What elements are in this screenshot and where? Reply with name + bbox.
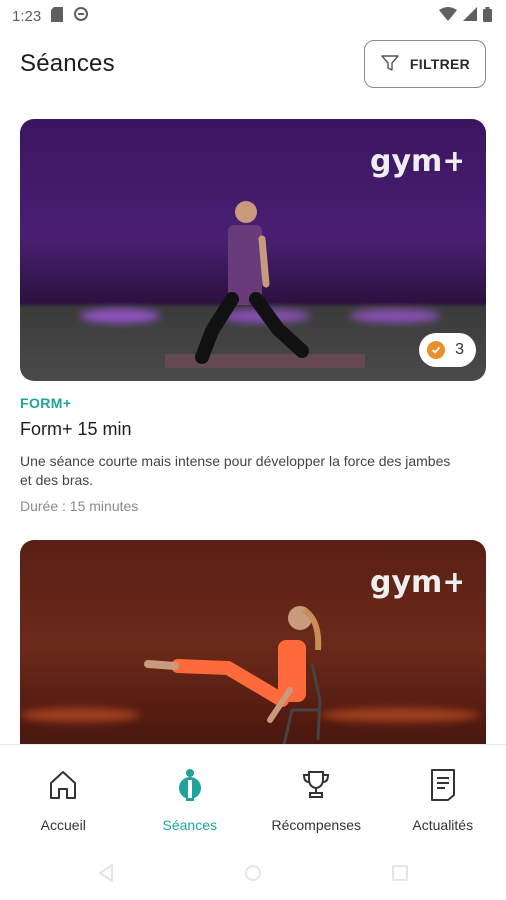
status-time: 1:23: [12, 7, 42, 25]
filter-label: FILTRER: [409, 56, 471, 72]
sd-card-icon: [51, 6, 64, 26]
gym-plus-logo: gym+: [370, 565, 462, 600]
filter-button[interactable]: FILTRER: [364, 40, 486, 88]
cell-signal-icon: [463, 7, 477, 25]
session-thumbnail[interactable]: gym+ 3: [20, 119, 486, 381]
status-left: 1:23: [12, 6, 89, 26]
bottom-nav: Accueil Séances Récompenses Actualités: [0, 744, 506, 850]
person-icon: [173, 767, 207, 803]
battery-icon: [483, 6, 492, 26]
recents-icon[interactable]: [392, 864, 408, 886]
nav-label: Accueil: [40, 817, 86, 833]
session-feed[interactable]: gym+ 3 FORM+ Form+ 15 min Une séance cou…: [0, 96, 506, 744]
brand-logo-text: gym+: [370, 144, 462, 179]
document-icon: [426, 767, 460, 803]
home-icon: [46, 767, 80, 803]
session-card[interactable]: gym+: [20, 540, 486, 744]
session-card[interactable]: gym+ 3 FORM+ Form+ 15 min Une séance cou…: [20, 119, 486, 514]
header: Séances FILTRER: [0, 32, 506, 96]
home-circle-icon[interactable]: [244, 864, 262, 887]
nav-item-recompenses[interactable]: Récompenses: [253, 745, 380, 850]
back-icon[interactable]: [98, 862, 114, 887]
nav-label: Séances: [162, 817, 217, 833]
gym-plus-logo: gym+: [370, 144, 462, 179]
wifi-icon: [439, 7, 457, 25]
nav-item-seances[interactable]: Séances: [127, 745, 254, 850]
nav-label: Récompenses: [271, 817, 362, 833]
check-icon: [427, 341, 446, 359]
session-category: FORM+: [20, 395, 72, 411]
page-title: Séances: [20, 50, 115, 77]
status-right: [439, 6, 492, 26]
trophy-icon: [299, 767, 333, 803]
session-duration: Durée : 15 minutes: [20, 498, 139, 514]
data-saver-icon: [73, 6, 89, 26]
session-thumbnail[interactable]: gym+: [20, 540, 486, 744]
completion-badge: 3: [419, 333, 476, 367]
brand-logo-text: gym+: [370, 565, 462, 600]
system-nav-bar: [0, 850, 506, 900]
nav-label: Actualités: [412, 817, 474, 833]
session-title[interactable]: Form+ 15 min: [20, 419, 486, 440]
funnel-icon: [380, 53, 400, 76]
nav-item-accueil[interactable]: Accueil: [0, 745, 127, 850]
status-bar: 1:23: [0, 0, 506, 32]
completion-count: 3: [455, 341, 464, 358]
session-description: Une séance courte mais intense pour déve…: [20, 453, 451, 488]
nav-item-actualites[interactable]: Actualités: [380, 745, 506, 850]
